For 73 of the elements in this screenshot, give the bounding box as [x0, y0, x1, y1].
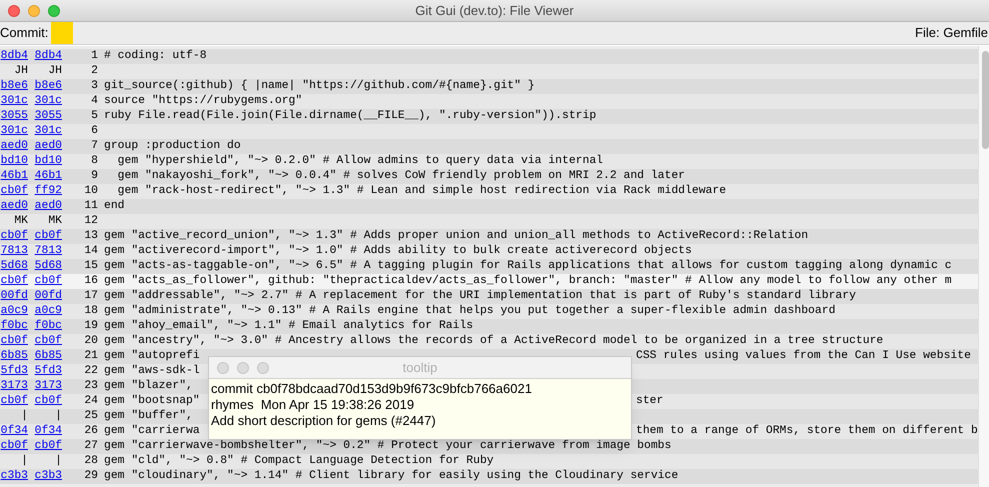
code-line: gem "acts_as_follower", github: "thepracticaldev/acts_as_follower", branch: "master" # Allow any model to follow any other m [104, 274, 952, 289]
code-line: gem "bootsnap" [104, 395, 200, 407]
line-number: 2 [91, 65, 98, 77]
code-line: gem "active_record_union", "~> 1.3" # Adds proper union and union_all methods to ActiveRecord::Relation [104, 229, 808, 244]
code-line: group :production do [104, 139, 241, 154]
line-number: 7 [91, 140, 98, 152]
line-number: 3 [91, 80, 98, 92]
line-number: 28 [84, 455, 98, 467]
code-line: gem "addressable", "~> 2.7" # A replacement for the URI implementation that is part of Ruby's standard library [104, 289, 856, 304]
line-number: 21 [84, 350, 98, 362]
author-initials: MK [48, 215, 62, 227]
line-number: 29 [84, 470, 98, 482]
code-line: gem "cloudinary", "~> 1.14" # Client library for easily using the Cloudinary service [104, 469, 678, 484]
line-number: 19 [84, 320, 98, 332]
line-number: 17 [84, 290, 98, 302]
code-line: them to a range of ORMs, store them on different b [636, 424, 978, 439]
line-number: 22 [84, 365, 98, 377]
line-number: 14 [84, 245, 98, 257]
code-line: gem "aws-sdk-l [104, 364, 200, 379]
tooltip-text: commit cb0f78bdcaad70d153d9b9f673c9bfcb766a6021 [211, 381, 533, 397]
code-line: ster [636, 394, 664, 409]
line-number: 11 [84, 200, 98, 212]
code-line: ruby File.read(File.join(File.dirname(__FILE__), ".ruby-version")).strip [104, 109, 596, 124]
code-line: gem "acts-as-taggable-on", "~> 6.5" # A tagging plugin for Rails applications that allows for custom tagging along dynamic c [104, 259, 952, 274]
window-title: Git Gui (dev.to): File Viewer [414, 2, 575, 20]
line-number: 9 [91, 170, 98, 182]
code-line: gem "blazer", [104, 379, 193, 394]
line-number: 25 [84, 410, 98, 422]
code-line: end [104, 199, 125, 214]
tooltip-text: Add short description for gems (#2447) [211, 413, 437, 429]
line-number: 5 [91, 110, 98, 122]
code-line: gem "administrate", "~> 0.13" # A Rails engine that helps you put together a super-flexible admin dashboard [104, 304, 836, 319]
author-initials: | [21, 410, 28, 422]
code-line: gem "activerecord-import", "~> 1.0" # Adds ability to bulk create activerecord objects [104, 244, 692, 259]
line-number: 26 [84, 425, 98, 437]
commit-label: Commit: [0, 24, 48, 42]
tooltip-title: tooltip [402, 358, 438, 377]
author-initials: MK [14, 215, 28, 227]
code-line: gem "cld", "~> 0.8" # Compact Language Detection for Ruby [104, 454, 494, 469]
author-initials: | [55, 455, 62, 467]
code-line: gem "ahoy_email", "~> 1.1" # Email analytics for Rails [104, 319, 474, 334]
author-initials: | [21, 455, 28, 467]
code-line: gem "hypershield", "~> 0.2.0" # Allow admins to query data via internal [116, 154, 603, 169]
line-number: 16 [84, 275, 98, 287]
line-number: 4 [91, 95, 98, 107]
line-number: 20 [84, 335, 98, 347]
code-line: gem "nakayoshi_fork", "~> 0.0.4" # solves CoW friendly problem on MRI 2.2 and later [116, 169, 686, 184]
file-label: File: Gemfile [915, 24, 989, 42]
line-number: 18 [84, 305, 98, 317]
line-number: 13 [84, 230, 98, 242]
author-initials: JH [48, 65, 62, 77]
line-number: 1 [91, 50, 98, 62]
code-line: CSS rules using values from the Can I Use website [636, 349, 971, 364]
code-line: git_source(:github) { |name| "https://github.com/#{name}.git" } [104, 79, 535, 94]
tooltip-text: rhymes Mon Apr 15 19:38:26 2019 [211, 397, 416, 413]
line-number: 6 [91, 125, 98, 137]
code-line: gem "autoprefi [104, 350, 200, 362]
code-line: source "https://rubygems.org" [104, 94, 302, 109]
code-line: gem "carrierwa [104, 425, 200, 437]
line-number: 8 [91, 155, 98, 167]
code-line: # coding: utf-8 [104, 49, 207, 64]
line-number: 12 [84, 215, 98, 227]
line-number: 27 [84, 440, 98, 452]
author-initials: | [55, 410, 62, 422]
line-number: 15 [84, 260, 98, 272]
line-number: 23 [84, 380, 98, 392]
code-line: gem "rack-host-redirect", "~> 1.3" # Lean and simple host redirection via Rack middleware [116, 184, 726, 199]
code-line: gem "carrierwave-bombshelter", "~> 0.2" # Protect your carrierwave from image bombs [104, 439, 672, 454]
line-number: 10 [84, 185, 98, 197]
code-line: gem "ancestry", "~> 3.0" # Ancestry allows the records of a ActiveRecord model to be organized in a tree structure [104, 334, 884, 349]
line-number: 24 [84, 395, 98, 407]
author-initials: JH [14, 65, 28, 77]
code-line: gem "buffer", [104, 409, 193, 424]
